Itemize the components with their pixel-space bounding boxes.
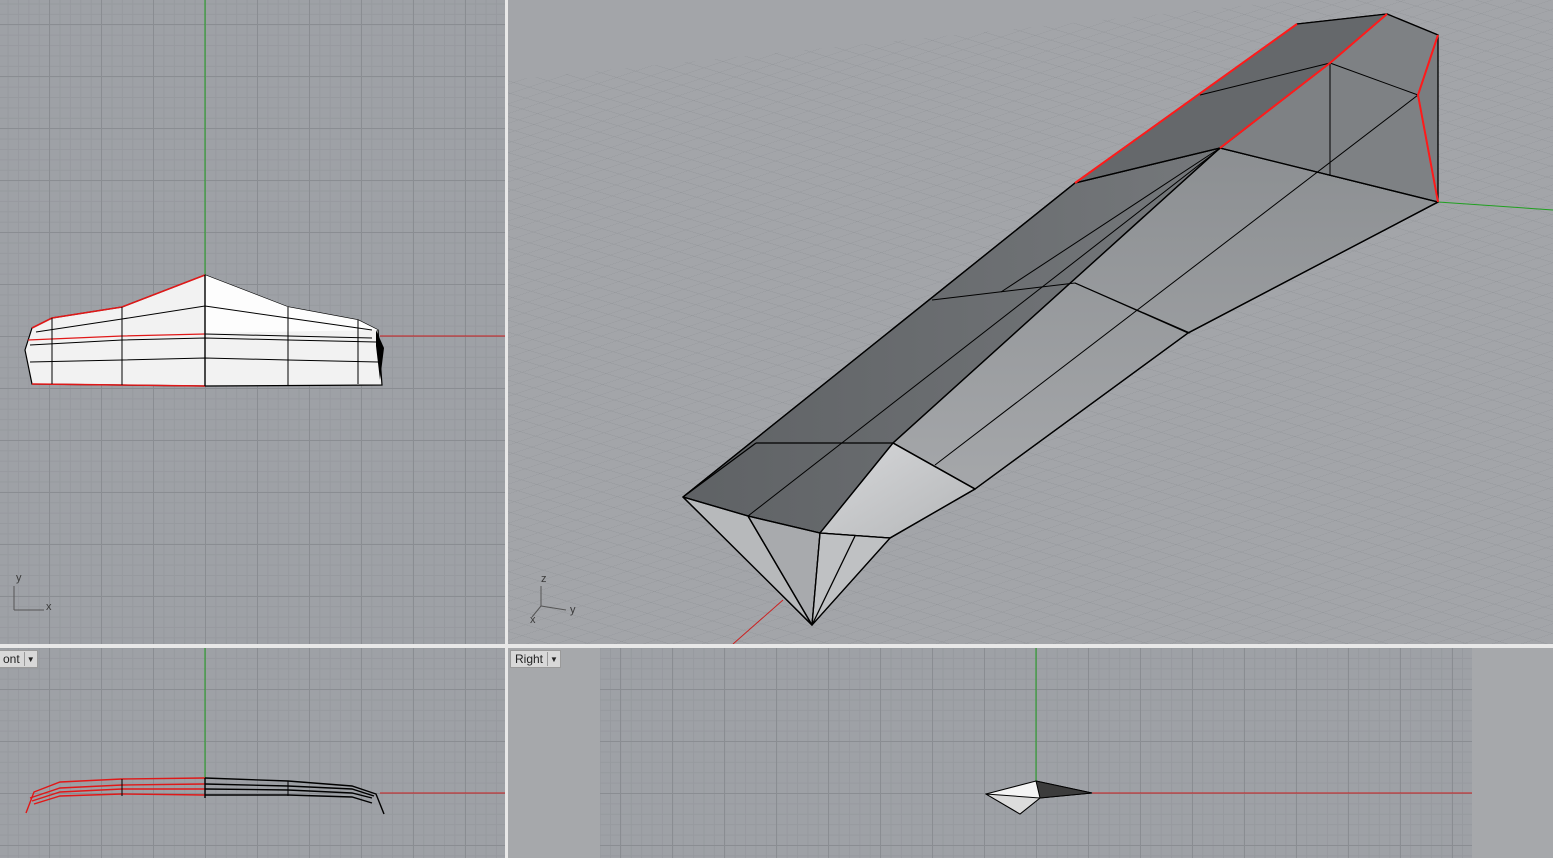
chevron-down-icon[interactable]: ▼ bbox=[23, 652, 37, 666]
axis-label-y: y bbox=[16, 572, 22, 584]
perspective-viewport[interactable]: z y x bbox=[508, 0, 1553, 644]
axis-triad-top bbox=[13, 586, 44, 611]
axis-label-x: x bbox=[46, 601, 52, 613]
model-front-shape bbox=[25, 777, 385, 815]
viewport-tab-right[interactable]: Right ▼ bbox=[510, 650, 562, 668]
axis-label-y: y bbox=[570, 604, 576, 616]
right-viewport[interactable]: Right ▼ bbox=[508, 648, 1553, 858]
front-view-canvas bbox=[25, 648, 505, 815]
top-view-canvas bbox=[13, 0, 505, 611]
right-view-canvas bbox=[984, 648, 1472, 815]
model-right-shape bbox=[984, 780, 1093, 815]
viewport-title: ont bbox=[3, 652, 20, 666]
viewport-tab-front[interactable]: ont ▼ bbox=[0, 650, 38, 668]
chevron-down-icon[interactable]: ▼ bbox=[547, 652, 560, 666]
viewport-title: Right bbox=[515, 652, 544, 666]
top-viewport[interactable]: y x bbox=[0, 0, 505, 644]
front-viewport[interactable]: ont ▼ bbox=[0, 648, 505, 858]
axis-label-x: x bbox=[530, 614, 536, 626]
perspective-canvas bbox=[508, 0, 1553, 644]
model-top-shape bbox=[24, 274, 384, 387]
axis-label-z: z bbox=[541, 573, 547, 585]
